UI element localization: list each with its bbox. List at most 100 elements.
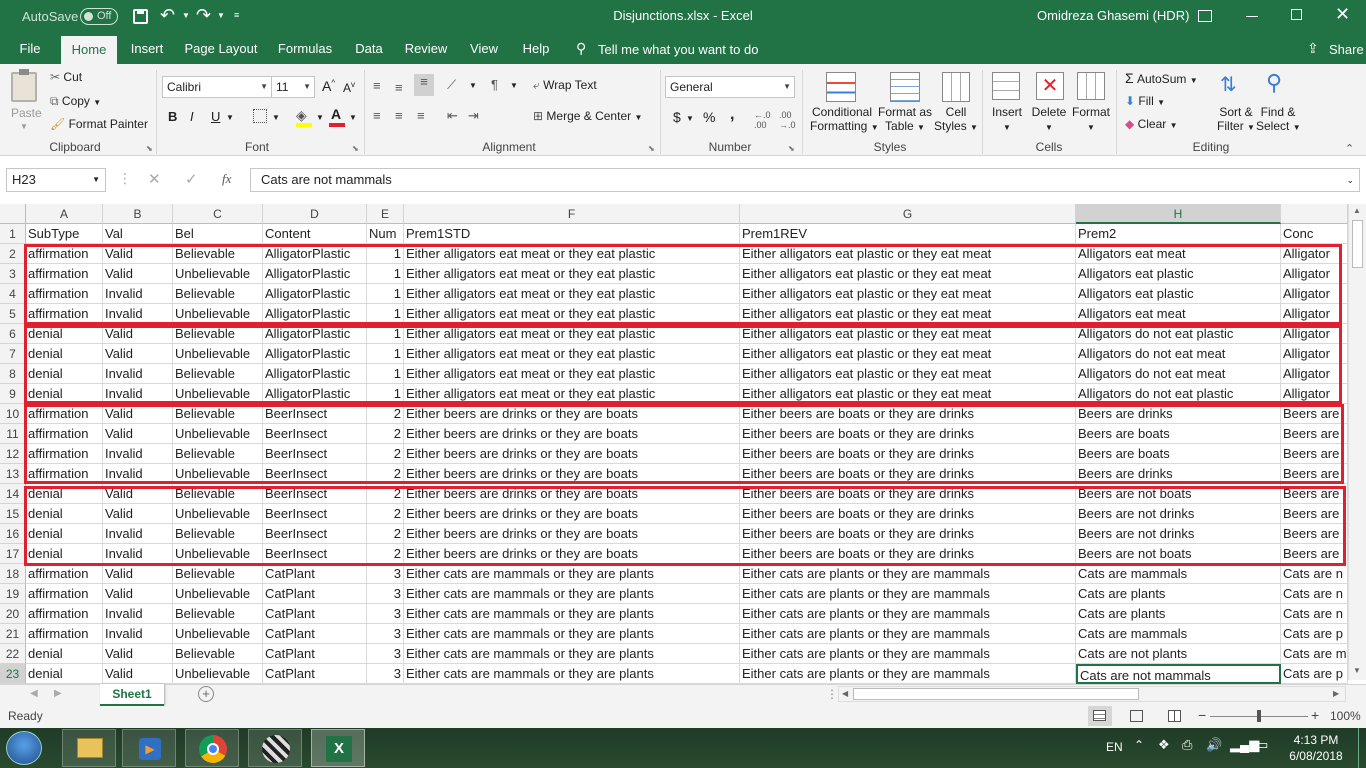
zoom-in-icon[interactable]: +	[1311, 707, 1319, 723]
borders-icon[interactable]	[253, 109, 267, 123]
table-cell[interactable]: Beers are	[1281, 444, 1348, 464]
align-top-icon[interactable]: ≡	[373, 78, 381, 93]
currency-dropdown-icon[interactable]: ▼	[686, 114, 694, 123]
column-header[interactable]: G	[740, 204, 1076, 224]
table-cell[interactable]: Either cats are plants or they are mamma…	[740, 644, 1076, 664]
row-header[interactable]: 11	[0, 424, 26, 444]
page-break-view-icon[interactable]	[1168, 710, 1181, 722]
table-cell[interactable]: Either cats are mammals or they are plan…	[404, 564, 740, 584]
minimize-icon[interactable]	[1246, 16, 1258, 17]
table-cell[interactable]: denial	[26, 324, 103, 344]
table-cell[interactable]: Believable	[173, 524, 263, 544]
table-cell[interactable]: Either alligators eat meat or they eat p…	[404, 284, 740, 304]
table-cell[interactable]: AlligatorPlastic	[263, 244, 367, 264]
table-cell[interactable]: AlligatorPlastic	[263, 364, 367, 384]
table-cell[interactable]: AlligatorPlastic	[263, 324, 367, 344]
table-cell[interactable]: BeerInsect	[263, 424, 367, 444]
table-cell[interactable]: AlligatorPlastic	[263, 304, 367, 324]
table-cell[interactable]: Believable	[173, 364, 263, 384]
table-cell[interactable]: Invalid	[103, 464, 173, 484]
row-header[interactable]: 13	[0, 464, 26, 484]
align-middle-icon[interactable]: ≡	[395, 80, 403, 95]
table-cell[interactable]: Believable	[173, 444, 263, 464]
insert-button[interactable]: Insert ▼	[990, 105, 1024, 133]
table-cell[interactable]: Beers are boats	[1076, 424, 1281, 444]
table-cell[interactable]: Cats are m	[1281, 644, 1348, 664]
language-indicator[interactable]: EN	[1106, 740, 1123, 754]
table-cell[interactable]: Alligator	[1281, 284, 1348, 304]
table-cell[interactable]: AlligatorPlastic	[263, 384, 367, 404]
row-header[interactable]: 12	[0, 444, 26, 464]
borders-dropdown-icon[interactable]: ▼	[272, 113, 280, 122]
table-cell[interactable]: Either beers are boats or they are drink…	[740, 524, 1076, 544]
table-cell[interactable]: 2	[367, 444, 404, 464]
expand-formula-icon[interactable]: ⌄	[1346, 169, 1354, 191]
row-header[interactable]: 7	[0, 344, 26, 364]
table-cell[interactable]: Invalid	[103, 304, 173, 324]
table-cell[interactable]: BeerInsect	[263, 484, 367, 504]
table-cell[interactable]: Unbelievable	[173, 504, 263, 524]
merge-center-button[interactable]: ⊞ Merge & Center ▼	[533, 109, 642, 123]
app-striped-icon[interactable]	[248, 729, 302, 767]
table-cell[interactable]: Either alligators eat plastic or they ea…	[740, 264, 1076, 284]
table-cell[interactable]: Alligators eat meat	[1076, 304, 1281, 324]
table-cell[interactable]: affirmation	[26, 404, 103, 424]
table-cell[interactable]: BeerInsect	[263, 404, 367, 424]
table-cell[interactable]: Either cats are plants or they are mamma…	[740, 604, 1076, 624]
wrap-text-button[interactable]: ⤶ Wrap Text	[533, 78, 597, 93]
table-cell[interactable]: Believable	[173, 404, 263, 424]
column-header[interactable]	[1281, 204, 1348, 224]
scroll-left-icon[interactable]: ◀	[842, 689, 848, 698]
table-cell[interactable]: Believable	[173, 284, 263, 304]
table-cell[interactable]: Valid	[103, 644, 173, 664]
table-cell[interactable]: Either beers are drinks or they are boat…	[404, 424, 740, 444]
table-cell[interactable]: BeerInsect	[263, 444, 367, 464]
table-cell[interactable]: Either alligators eat meat or they eat p…	[404, 244, 740, 264]
table-cell[interactable]: Either cats are plants or they are mamma…	[740, 584, 1076, 604]
table-cell[interactable]: Valid	[103, 504, 173, 524]
tab-insert[interactable]: Insert	[125, 34, 169, 64]
zoom-slider-thumb[interactable]	[1257, 710, 1261, 722]
table-cell[interactable]: Alligators do not eat meat	[1076, 364, 1281, 384]
table-cell[interactable]: Cats are p	[1281, 624, 1348, 644]
table-cell[interactable]: Invalid	[103, 604, 173, 624]
row-header[interactable]: 15	[0, 504, 26, 524]
table-cell[interactable]: Alligator	[1281, 264, 1348, 284]
table-cell[interactable]: denial	[26, 524, 103, 544]
name-box[interactable]: H23 ▼	[6, 168, 106, 192]
table-cell[interactable]: Valid	[103, 484, 173, 504]
dialog-launcher-icon[interactable]: ⬊	[146, 144, 153, 153]
table-cell[interactable]: Believable	[173, 484, 263, 504]
table-cell[interactable]: denial	[26, 484, 103, 504]
table-cell[interactable]: 2	[367, 504, 404, 524]
table-cell[interactable]: affirmation	[26, 604, 103, 624]
show-hidden-icons-icon[interactable]: ⌃	[1134, 738, 1144, 752]
media-player-icon[interactable]: ▶	[122, 729, 176, 767]
table-cell[interactable]: Believable	[173, 604, 263, 624]
cell-styles-button[interactable]: Cell Styles ▼	[934, 105, 978, 133]
column-header[interactable]: A	[26, 204, 103, 224]
table-cell[interactable]: 2	[367, 424, 404, 444]
table-cell[interactable]: denial	[26, 664, 103, 684]
italic-button[interactable]: I	[190, 109, 194, 124]
text-direction-dropdown-icon[interactable]: ▼	[510, 81, 518, 90]
dialog-launcher-icon[interactable]: ⬊	[648, 144, 655, 153]
row-header[interactable]: 9	[0, 384, 26, 404]
row-header[interactable]: 18	[0, 564, 26, 584]
table-cell[interactable]: Valid	[103, 584, 173, 604]
formula-input[interactable]: Cats are not mammals ⌄	[250, 168, 1360, 192]
table-cell[interactable]: Invalid	[103, 384, 173, 404]
row-header[interactable]: 14	[0, 484, 26, 504]
row-header[interactable]: 8	[0, 364, 26, 384]
align-center-icon[interactable]: ≡	[395, 108, 403, 123]
tab-review[interactable]: Review	[401, 34, 451, 64]
table-cell[interactable]: Either alligators eat plastic or they ea…	[740, 284, 1076, 304]
table-cell[interactable]: Either alligators eat plastic or they ea…	[740, 384, 1076, 404]
table-cell[interactable]: BeerInsect	[263, 524, 367, 544]
table-cell[interactable]: Alligator	[1281, 364, 1348, 384]
table-cell[interactable]: Unbelievable	[173, 544, 263, 564]
table-cell[interactable]: Beers are	[1281, 464, 1348, 484]
table-cell[interactable]: 3	[367, 584, 404, 604]
table-cell[interactable]: Prem1REV	[740, 224, 1076, 244]
excel-taskbar-icon[interactable]: X	[311, 729, 365, 767]
